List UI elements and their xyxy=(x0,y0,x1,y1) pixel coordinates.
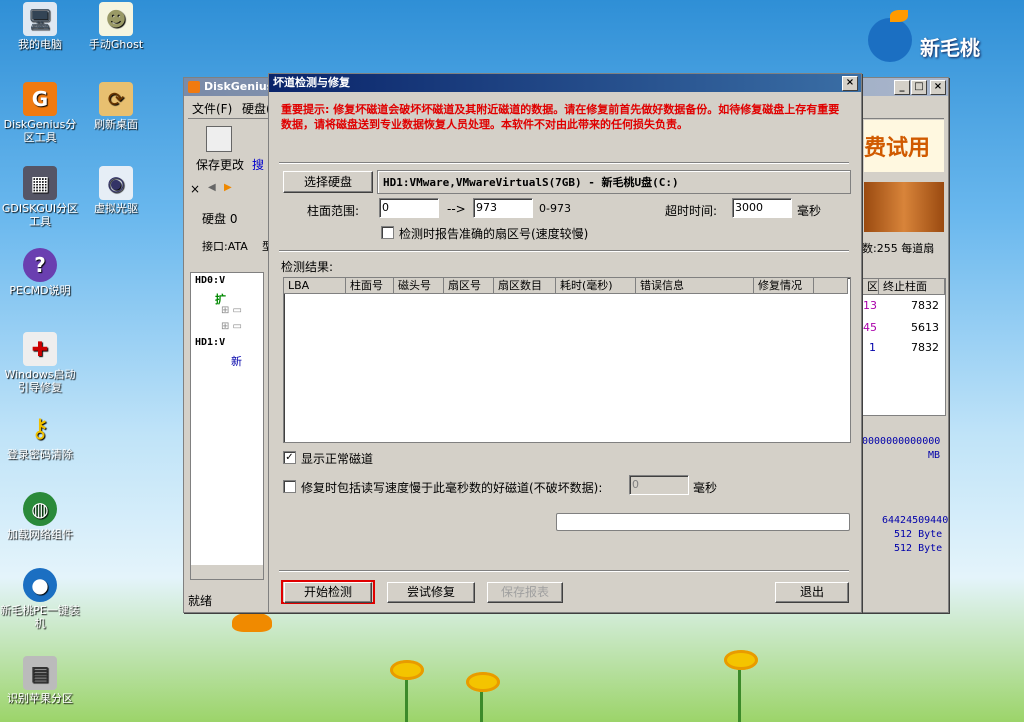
network-icon: ◍ xyxy=(23,492,57,526)
range-arrow: --> xyxy=(447,202,466,216)
col-head[interactable]: 磁头号 xyxy=(394,278,444,294)
timeout-label: 超时时间: xyxy=(665,204,718,218)
save-icon xyxy=(206,126,232,152)
save-report-button[interactable]: 保存报表 xyxy=(487,582,563,603)
tree-scrollbar[interactable] xyxy=(191,565,263,579)
status-bar-text: 就绪 xyxy=(188,594,213,608)
desktop-icon-apple-partition[interactable]: ▤ 识别苹果分区 xyxy=(0,656,80,705)
desktop-icon-gdisk[interactable]: ▦ GDISKGUI分区工具 xyxy=(0,166,80,228)
disk-label: 硬盘 0 xyxy=(202,212,238,226)
tree-item-new[interactable]: 新 xyxy=(231,353,242,369)
menu-file[interactable]: 文件(F) xyxy=(192,100,232,117)
col-header[interactable]: 区 xyxy=(863,279,879,295)
col-error[interactable]: 错误信息 xyxy=(636,278,754,294)
report-sector-label: 检测时报告准确的扇区号(速度较慢) xyxy=(399,227,589,241)
slow-ms-input[interactable]: 0 xyxy=(629,475,689,495)
desktop-icon-diskgenius[interactable]: G DiskGenius分区工具 xyxy=(0,82,80,144)
diskgenius-app-icon xyxy=(188,81,200,93)
cylinder-end-input[interactable]: 973 xyxy=(473,198,533,218)
flower-decoration xyxy=(466,672,500,692)
key-icon: ⚷ xyxy=(30,413,50,444)
select-disk-button[interactable]: 选择硬盘 xyxy=(283,171,373,193)
timeout-input[interactable]: 3000 xyxy=(732,198,792,218)
brand-logo: 新毛桃 xyxy=(868,10,1018,70)
apple-logo-icon xyxy=(868,18,912,62)
warning-text: 重要提示: 修复坏磁道会破坏坏磁道及其附近磁道的数据。请在修复前首先做好数据备份… xyxy=(281,103,840,131)
slow-ms-unit: 毫秒 xyxy=(693,481,718,495)
cylinder-range-hint: 0-973 xyxy=(539,202,571,215)
save-changes-button[interactable]: 保存更改 xyxy=(196,156,244,173)
result-label: 检测结果: xyxy=(281,260,334,274)
nav-back-icon[interactable]: ◀ xyxy=(208,182,216,193)
desktop-icon-my-computer[interactable]: 🖥 我的电脑 xyxy=(0,2,80,51)
butterfly-decoration xyxy=(232,612,272,632)
col-header[interactable]: 终止柱面 xyxy=(879,279,945,295)
desktop-icon-refresh[interactable]: ⟳ 刷新桌面 xyxy=(76,82,156,131)
start-detect-button[interactable]: 开始检测 xyxy=(284,582,372,603)
cylinder-start-input[interactable]: 0 xyxy=(379,198,439,218)
help-icon: ? xyxy=(23,248,57,282)
ad-banner[interactable]: 费试用 xyxy=(864,120,944,172)
include-slow-label: 修复时包括读写速度慢于此毫秒数的好磁道(不破坏数据): xyxy=(301,481,603,495)
progress-bar xyxy=(556,513,850,531)
repair-icon: ✚ xyxy=(23,332,57,366)
maximize-button[interactable]: □ xyxy=(911,80,927,95)
install-icon: ● xyxy=(23,568,57,602)
computer-icon: 🖥 xyxy=(23,2,57,36)
dialog-titlebar[interactable]: 坏道检测与修复 × xyxy=(269,74,861,92)
search-toolbar-button[interactable]: 搜 xyxy=(252,156,264,173)
ghost-icon: ☻ xyxy=(99,2,133,36)
try-repair-button[interactable]: 尝试修复 xyxy=(387,582,475,603)
interface-label: 接口:ATA xyxy=(202,240,248,253)
desktop-icon-pecmd[interactable]: ? PECMD说明 xyxy=(0,248,80,297)
flower-decoration xyxy=(390,660,424,680)
partition-table: 区 终止柱面 13 7832 45 5613 1 7832 xyxy=(862,278,946,416)
col-cylinder[interactable]: 柱面号 xyxy=(346,278,394,294)
desktop-icon-password-clear[interactable]: ⚷ 登录密码清除 xyxy=(0,412,80,462)
tree-item-partition[interactable]: ⊞ ▭ xyxy=(221,305,242,316)
gdisk-icon: ▦ xyxy=(23,166,57,200)
disk-visual-bar[interactable] xyxy=(864,182,944,232)
refresh-icon: ⟳ xyxy=(99,82,133,116)
minimize-button[interactable]: _ xyxy=(894,80,910,95)
col-time[interactable]: 耗时(毫秒) xyxy=(556,278,636,294)
tree-item-hd0[interactable]: HD0:V xyxy=(195,275,225,286)
cylinder-range-label: 柱面范围: xyxy=(307,204,360,218)
close-button[interactable]: × xyxy=(930,80,946,95)
selected-disk-name: HD1:VMware,VMwareVirtualS(7GB) - 新毛桃U盘(C… xyxy=(383,176,679,189)
desktop-icon-virtual-cd[interactable]: ◉ 虚拟光驱 xyxy=(76,166,156,215)
tree-item-hd1[interactable]: HD1:V xyxy=(195,337,225,348)
menu-disk[interactable]: 硬盘( xyxy=(242,100,271,117)
cdrom-icon: ◉ xyxy=(99,166,133,200)
col-lba[interactable]: LBA xyxy=(284,278,346,294)
apple-disk-icon: ▤ xyxy=(23,656,57,690)
exit-button[interactable]: 退出 xyxy=(775,582,849,603)
disk-tree: HD0:V 扩 ⊞ ▭ ⊞ ▭ HD1:V 新 xyxy=(190,272,264,580)
close-panel-icon[interactable]: × xyxy=(190,182,200,196)
show-normal-checkbox[interactable]: ✓ xyxy=(283,451,296,464)
desktop-icon-ghost[interactable]: ☻ 手动Ghost xyxy=(76,2,156,51)
nav-forward-icon[interactable]: ▶ xyxy=(224,182,232,193)
timeout-unit: 毫秒 xyxy=(797,204,822,218)
col-repair[interactable]: 修复情况 xyxy=(754,278,814,294)
result-list[interactable]: LBA 柱面号 磁头号 扇区号 扇区数目 耗时(毫秒) 错误信息 修复情况 xyxy=(283,277,851,443)
col-sector[interactable]: 扇区号 xyxy=(444,278,494,294)
desktop-icon-network[interactable]: ◍ 加载网络组件 xyxy=(0,492,80,541)
dialog-close-button[interactable]: × xyxy=(842,76,858,91)
include-slow-checkbox[interactable] xyxy=(283,480,296,493)
show-normal-label: 显示正常磁道 xyxy=(301,452,374,466)
flower-decoration xyxy=(724,650,758,670)
diskgenius-icon: G xyxy=(23,82,57,116)
desktop-icon-boot-repair[interactable]: ✚ Windows启动引导修复 xyxy=(0,332,80,394)
desktop-icon-install[interactable]: ● 新毛桃PE一键装机 xyxy=(0,568,80,630)
heads-info: 数:255 每道扇 xyxy=(862,242,935,255)
bad-sector-dialog: 坏道检测与修复 × 重要提示: 修复坏磁道会破坏坏磁道及其附近磁道的数据。请在修… xyxy=(268,73,862,613)
report-sector-checkbox[interactable] xyxy=(381,226,394,239)
col-sector-count[interactable]: 扇区数目 xyxy=(494,278,556,294)
tree-item-partition[interactable]: ⊞ ▭ xyxy=(221,321,242,332)
